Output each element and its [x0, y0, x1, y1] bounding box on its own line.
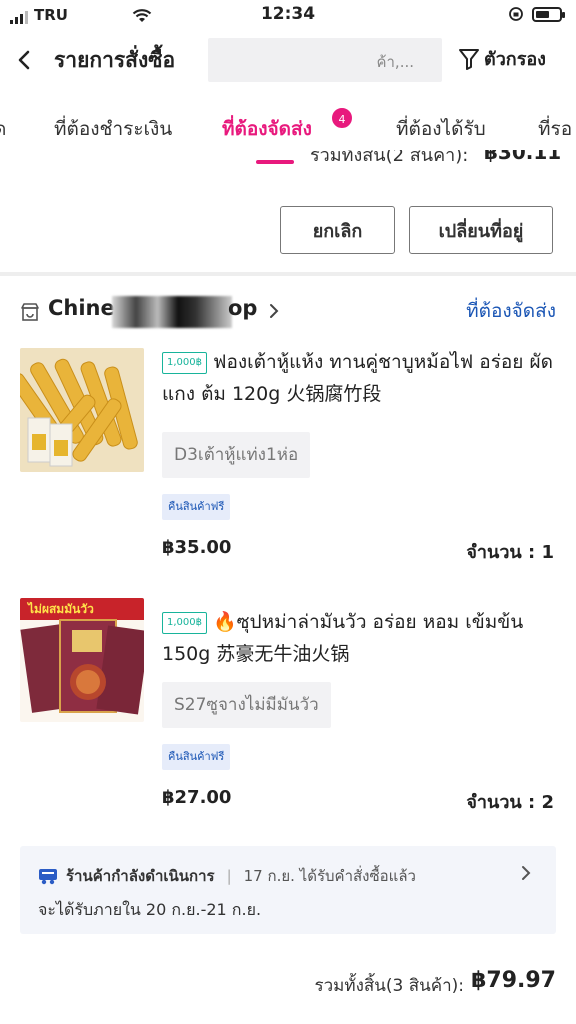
cancel-button[interactable]: ยกเลิก: [280, 206, 395, 254]
chevron-left-icon: [18, 50, 30, 70]
tab-to-receive[interactable]: ที่ต้องได้รับ: [396, 114, 486, 144]
shipping-status-note: 17 ก.ย. ได้รับคำสั่งซื้อแล้ว: [243, 867, 416, 885]
orientation-lock-icon: [509, 7, 523, 21]
product-title-text: 🔥ซุปหม่าล่ามันวัว อร่อย หอม เข้มข้น 150g…: [162, 611, 524, 665]
tab-previous[interactable]: ด: [0, 114, 6, 144]
back-button[interactable]: [16, 44, 32, 84]
product-image-mala-soup[interactable]: ไม่ผสมมันวัว: [20, 598, 144, 722]
order-total-value: ฿79.97: [471, 968, 556, 993]
product-price-1: ฿35.00: [162, 537, 232, 558]
product-qty-2: จำนวน : 2: [466, 792, 554, 813]
order-divider: [0, 272, 576, 276]
store-chevron-icon[interactable]: [268, 298, 280, 330]
status-bar: TRU 12:34: [0, 0, 576, 30]
free-return-badge-2: คืนสินค้าฟรี: [162, 744, 231, 770]
free-shipping-tag: 1,000฿: [162, 611, 207, 634]
product-price-2: ฿27.00: [162, 787, 232, 808]
product-qty-1: จำนวน : 1: [466, 542, 554, 563]
battery-icon: [532, 6, 565, 22]
tab-to-review[interactable]: ที่รอ: [538, 114, 572, 144]
shipping-status-title: ร้านค้ากำลังดำเนินการ: [66, 867, 215, 885]
shipping-chevron-icon[interactable]: [520, 862, 532, 889]
tab-to-ship-badge: 4: [330, 106, 354, 130]
store-name-redaction: [112, 296, 232, 328]
product-variant-2: S27ซูจางไม่มีมันวัว: [162, 682, 331, 728]
page-title: รายการสั่งซื้อ: [54, 48, 176, 72]
search-placeholder: ค้า,...: [376, 53, 414, 71]
product-title-text: ฟองเต้าหู้แห้ง ทานคู่ชาบูหม้อไฟ อร่อย ผั…: [162, 351, 553, 405]
order-total-label: รวมทั้งสิ้น(3 สินค้า):: [314, 976, 464, 996]
status-right: [508, 6, 565, 22]
product-title-2[interactable]: 1,000฿ 🔥ซุปหม่าล่ามันวัว อร่อย หอม เข้มข้…: [162, 606, 558, 670]
shipping-status-box[interactable]: ร้านค้ากำลังดำเนินการ | 17 ก.ย. ได้รับคำ…: [20, 846, 556, 934]
product-image-banner-text: ไม่ผสมมันวัว: [28, 602, 94, 616]
free-return-badge-1: คืนสินค้าฟรี: [162, 494, 231, 520]
prev-order-total-value: ฿30.11: [484, 150, 562, 164]
delivery-eta: จะได้รับภายใน 20 ก.ย.-21 ก.ย.: [38, 900, 262, 919]
filter-button[interactable]: ตัวกรอง: [458, 44, 546, 73]
order-status-label: ที่ต้องจัดส่ง: [466, 300, 556, 322]
filter-label: ตัวกรอง: [484, 49, 546, 70]
change-address-button[interactable]: เปลี่ยนที่อยู่: [409, 206, 553, 254]
active-tab-indicator: [256, 160, 294, 164]
truck-icon: [39, 869, 57, 885]
tab-to-ship[interactable]: ที่ต้องจัดส่ง: [222, 114, 312, 144]
free-shipping-tag: 1,000฿: [162, 351, 207, 374]
shipping-status-row: ร้านค้ากำลังดำเนินการ | 17 ก.ย. ได้รับคำ…: [38, 864, 416, 888]
product-image-tofu-skin[interactable]: [20, 348, 144, 472]
product-title-1[interactable]: 1,000฿ ฟองเต้าหู้แห้ง ทานคู่ชาบูหม้อไฟ อร…: [162, 346, 558, 410]
tab-to-pay[interactable]: ที่ต้องชำระเงิน: [54, 114, 172, 144]
search-input[interactable]: ค้า,...: [208, 38, 442, 82]
store-name-suffix[interactable]: op: [228, 296, 257, 320]
separator: |: [226, 867, 232, 885]
product-variant-1: D3เต้าหู้แท่ง1ห่อ: [162, 432, 311, 478]
store-icon: [20, 302, 40, 326]
filter-icon: [459, 48, 479, 70]
clock: 12:34: [260, 4, 316, 24]
prev-order-total-label: รวมทั้งสิ้น(2 สินค้า):: [310, 150, 469, 166]
